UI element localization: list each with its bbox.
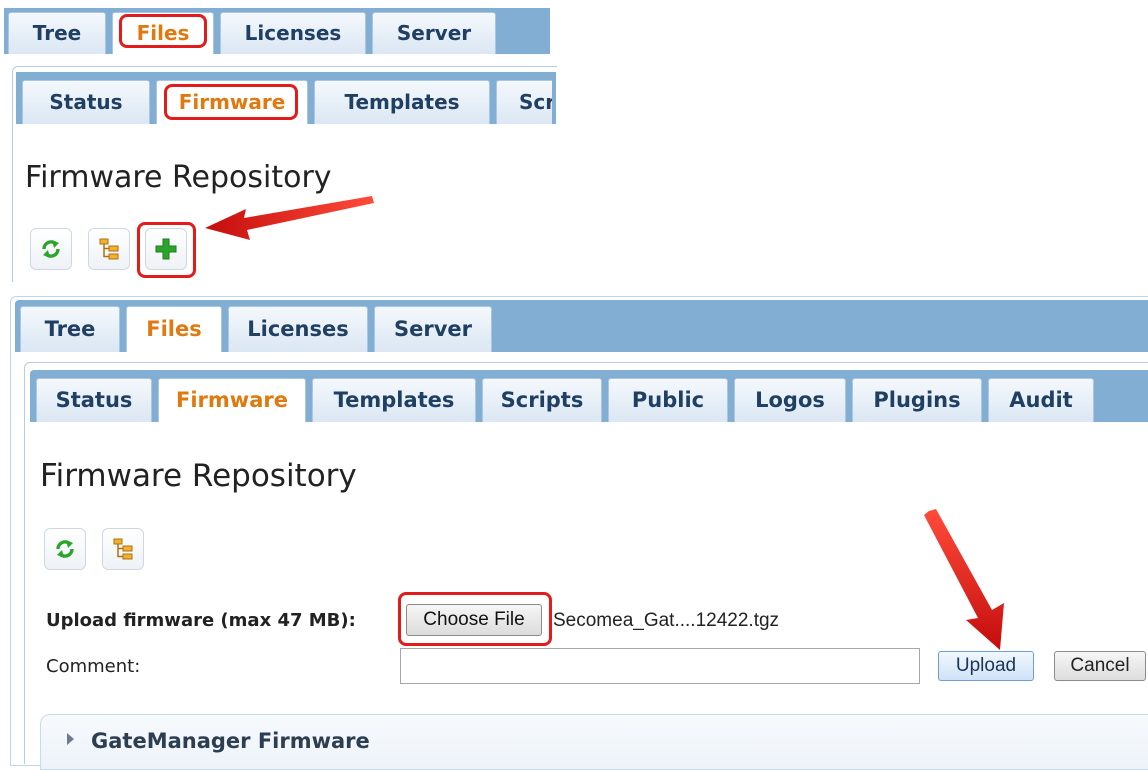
arrow-to-add-button (205, 196, 374, 240)
arrow-to-upload-button (924, 509, 1004, 650)
annotation-arrow-overlay (205, 196, 1004, 650)
